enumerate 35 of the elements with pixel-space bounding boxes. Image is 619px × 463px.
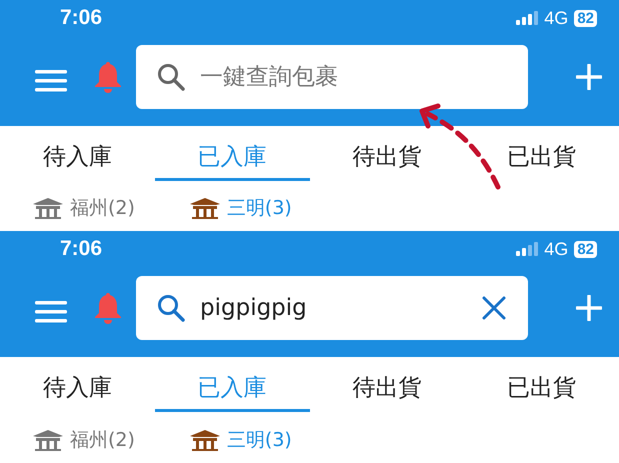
pavilion-icon	[188, 428, 221, 450]
search-bar[interactable]: pigpigpig	[136, 276, 528, 340]
search-input[interactable]: pigpigpig	[200, 295, 482, 321]
tab[interactable]: 已入庫	[154, 126, 310, 181]
tab[interactable]: 已出貨	[464, 126, 619, 181]
battery-level: 82	[574, 240, 597, 258]
menu-icon[interactable]	[35, 70, 67, 92]
warehouse-filter[interactable]: 三明(3)	[226, 426, 292, 452]
pavilion-icon	[32, 428, 64, 450]
status-time: 7:06	[60, 6, 102, 30]
search-input[interactable]: 一鍵查詢包裹	[200, 64, 506, 90]
tab[interactable]: 已出貨	[464, 357, 619, 412]
warehouse-filter[interactable]: 三明(3)	[226, 195, 292, 221]
search-icon	[156, 293, 186, 323]
menu-icon[interactable]	[35, 301, 67, 323]
battery-level: 82	[574, 10, 597, 26]
add-icon[interactable]	[576, 295, 602, 321]
signal-icon	[516, 11, 538, 25]
warehouse-filter[interactable]: 福州(2)	[70, 426, 135, 452]
search-bar[interactable]: 一鍵查詢包裹	[136, 45, 528, 109]
signal-icon	[516, 242, 538, 256]
tab[interactable]: 待入庫	[0, 126, 155, 181]
pavilion-icon	[188, 197, 221, 219]
pavilion-icon	[32, 197, 64, 219]
status-time: 7:06	[60, 237, 102, 261]
network-label: 4G	[544, 8, 568, 28]
network-label: 4G	[544, 238, 568, 260]
tab[interactable]: 待入庫	[0, 357, 155, 412]
clear-icon[interactable]	[482, 296, 506, 320]
warehouse-filter[interactable]: 福州(2)	[70, 195, 135, 221]
tab[interactable]: 待出貨	[310, 126, 464, 181]
search-icon	[156, 62, 186, 92]
add-icon[interactable]	[576, 64, 602, 90]
tab[interactable]: 已入庫	[154, 357, 310, 412]
tab[interactable]: 待出貨	[310, 357, 464, 412]
